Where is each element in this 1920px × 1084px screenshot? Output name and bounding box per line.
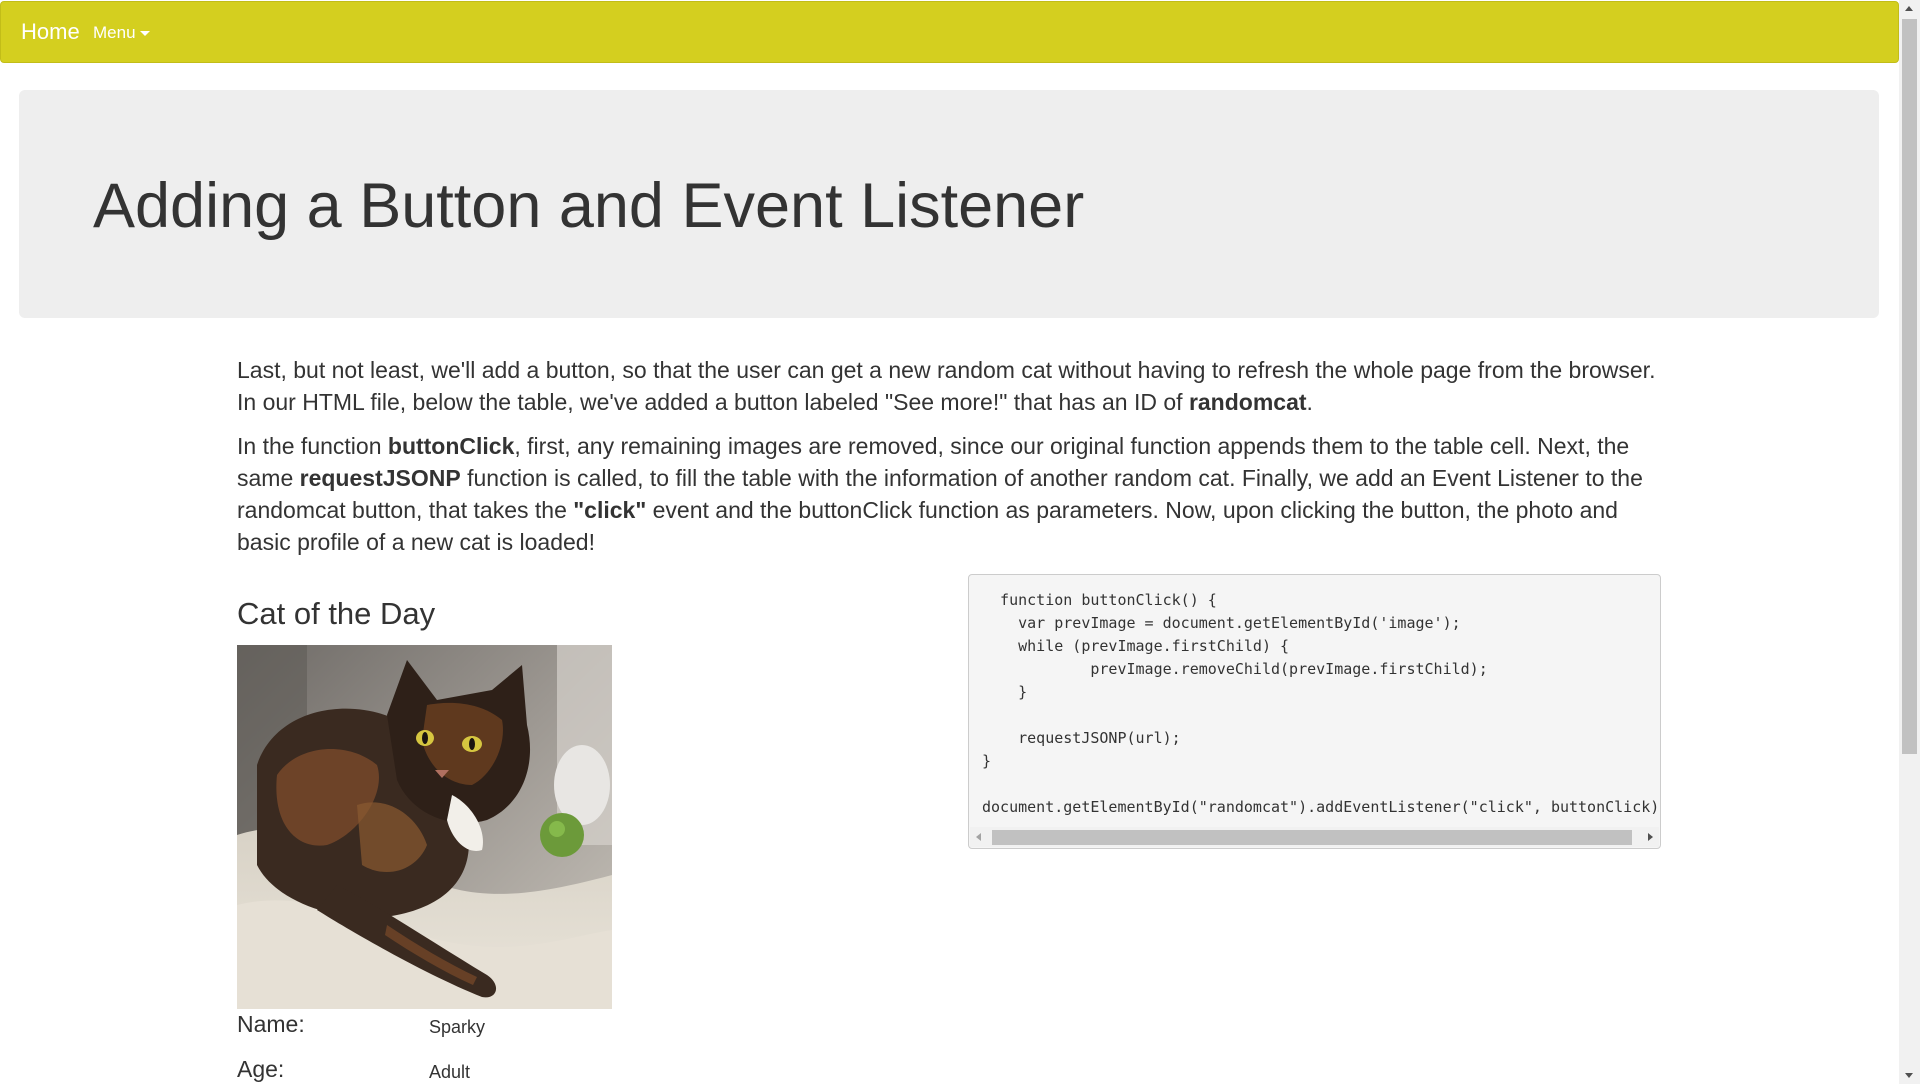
paragraph-bold-text: randomcat bbox=[1188, 389, 1307, 415]
jumbotron: Adding a Button and Event Listener bbox=[19, 90, 1879, 318]
paragraph-text: . bbox=[1306, 389, 1313, 415]
scrollbar-thumb[interactable] bbox=[1902, 19, 1917, 754]
paragraph-text: In the function bbox=[237, 433, 388, 459]
profile-label: Name: bbox=[237, 1011, 305, 1037]
arrow-right-icon[interactable] bbox=[1648, 833, 1653, 841]
profile-value: Sparky bbox=[429, 1017, 486, 1037]
paragraph-bold-text: buttonClick bbox=[387, 433, 515, 459]
menu-dropdown[interactable]: Menu bbox=[93, 23, 150, 43]
arrow-up-icon[interactable] bbox=[1905, 6, 1913, 11]
page: Home Menu Adding a Button and Event List… bbox=[0, 0, 1920, 1084]
cat-of-the-day-heading: Cat of the Day bbox=[237, 596, 436, 631]
vertical-scrollbar[interactable] bbox=[1899, 0, 1920, 1084]
home-link[interactable]: Home bbox=[21, 19, 80, 45]
profile-value: Adult bbox=[429, 1062, 471, 1082]
article-body: Last, but not least, we'll add a button,… bbox=[237, 354, 1667, 570]
paragraph-bold-text: requestJSONP bbox=[299, 465, 461, 491]
code-block: function buttonClick() { var prevImage =… bbox=[968, 574, 1661, 849]
menu-label: Menu bbox=[93, 23, 136, 42]
profile-label: Age: bbox=[237, 1056, 285, 1082]
profile-row-age: Age: Adult bbox=[237, 1056, 637, 1084]
function-paragraph: In the function buttonClick, first, any … bbox=[237, 430, 1667, 558]
intro-paragraph: Last, but not least, we'll add a button,… bbox=[237, 354, 1667, 418]
cat-photo bbox=[237, 645, 612, 1009]
navbar: Home Menu bbox=[0, 1, 1899, 63]
paragraph-bold-text: "click" bbox=[573, 497, 647, 523]
caret-down-icon bbox=[139, 30, 150, 36]
paragraph-text: Last, but not least, we'll add a button,… bbox=[237, 357, 1656, 415]
arrow-down-icon[interactable] bbox=[1905, 1073, 1913, 1078]
horizontal-scrollbar[interactable] bbox=[970, 827, 1659, 847]
code-text: function buttonClick() { var prevImage =… bbox=[982, 591, 1661, 816]
scrollbar-thumb[interactable] bbox=[992, 830, 1632, 845]
page-title: Adding a Button and Event Listener bbox=[93, 171, 1085, 241]
profile-row-name: Name: Sparky bbox=[237, 1011, 637, 1051]
arrow-left-icon[interactable] bbox=[976, 833, 981, 841]
